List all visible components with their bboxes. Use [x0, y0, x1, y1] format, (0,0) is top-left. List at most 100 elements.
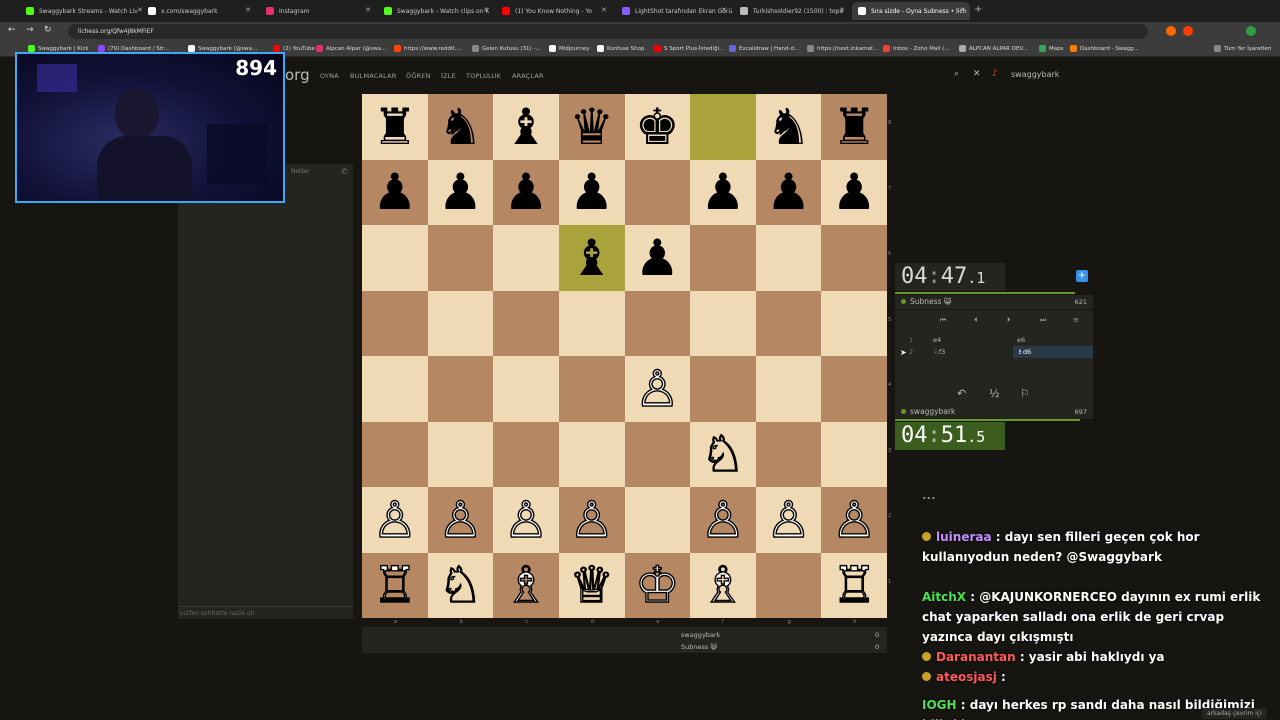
last-move-icon[interactable]: ⏭	[1040, 316, 1046, 325]
chess-piece[interactable]: ♗	[503, 560, 549, 611]
player-row[interactable]: swaggybark 697	[895, 405, 1093, 419]
square-h6[interactable]	[821, 225, 887, 291]
square-d2[interactable]: ♙	[558, 487, 625, 553]
browser-tab[interactable]: Instagram ✕	[260, 2, 376, 20]
tab-close-icon[interactable]: ✕	[601, 6, 607, 14]
chess-piece[interactable]: ♟	[832, 167, 877, 217]
square-e8[interactable]: ♚	[624, 94, 691, 160]
bookmark-item[interactable]: Midjourney	[549, 45, 589, 52]
white-move[interactable]: e4	[933, 334, 941, 346]
tab-close-icon[interactable]: ✕	[839, 6, 845, 14]
notes-tab[interactable]: Notlar	[291, 168, 309, 175]
topnav-i̇zle[interactable]: İZLE	[441, 72, 456, 80]
opponent-row[interactable]: Subness 😸 621	[895, 295, 1093, 309]
topnav-araçlar[interactable]: ARAÇLAR	[512, 72, 544, 80]
square-h5[interactable]	[821, 290, 887, 356]
browser-tab[interactable]: Swaggybark - Watch clips on K ✕	[378, 2, 494, 20]
profile-avatar[interactable]	[1246, 26, 1256, 36]
chat-input[interactable]: Lütfen sohbette nazik ol!	[178, 606, 353, 620]
chess-piece[interactable]: ♖	[372, 560, 418, 611]
square-g8[interactable]: ♞	[755, 94, 822, 160]
user-menu[interactable]: swaggybark	[1011, 70, 1059, 79]
square-a6[interactable]	[362, 225, 428, 291]
square-e7[interactable]	[624, 159, 691, 225]
black-move[interactable]: ♗d6	[1013, 346, 1093, 358]
chess-piece[interactable]: ♝	[569, 233, 614, 283]
square-a4[interactable]	[362, 356, 428, 422]
chess-piece[interactable]: ♔	[634, 560, 680, 611]
square-b1[interactable]: ♘	[427, 552, 494, 618]
square-d6[interactable]: ♝	[558, 225, 625, 291]
new-tab-button[interactable]: +	[974, 4, 982, 15]
square-f1[interactable]: ♗	[690, 552, 756, 618]
topnav-oyna[interactable]: OYNA	[320, 72, 339, 80]
square-f3[interactable]: ♘	[690, 421, 756, 487]
square-g5[interactable]	[755, 290, 822, 356]
chess-piece[interactable]: ♕	[569, 560, 615, 611]
browser-tab[interactable]: x.com/swaggybark ✕	[142, 2, 256, 20]
tab-close-icon[interactable]: ✕	[365, 6, 371, 14]
square-a2[interactable]: ♙	[362, 487, 428, 553]
square-a8[interactable]: ♜	[362, 94, 428, 160]
square-g4[interactable]	[755, 356, 822, 422]
chess-piece[interactable]: ♛	[569, 102, 614, 152]
reload-icon[interactable]: ↻	[44, 25, 52, 35]
chess-piece[interactable]: ♟	[766, 167, 811, 217]
square-b5[interactable]	[427, 290, 494, 356]
chess-piece[interactable]: ♙	[569, 494, 615, 545]
chess-piece[interactable]: ♙	[372, 494, 418, 545]
bookmark-item[interactable]: Dashboard - Swagg...	[1070, 45, 1139, 52]
bookmark-item[interactable]: Maps	[1039, 45, 1063, 52]
chess-piece[interactable]: ♝	[504, 102, 549, 152]
bookmark-item[interactable]: Tüm Yer İşaretleri	[1214, 45, 1271, 52]
square-d7[interactable]: ♟	[558, 159, 625, 225]
square-h3[interactable]	[821, 421, 887, 487]
chess-piece[interactable]: ♙	[503, 494, 549, 545]
bookmark-item[interactable]: https://www.reddit....	[394, 45, 462, 52]
chess-piece[interactable]: ♟	[504, 167, 549, 217]
phone-icon[interactable]: ✆	[341, 167, 348, 176]
takeback-icon[interactable]: ↶	[957, 387, 966, 400]
chess-piece[interactable]: ♙	[437, 494, 483, 545]
black-move[interactable]: e6	[1013, 334, 1093, 346]
tab-close-icon[interactable]: ✕	[959, 6, 965, 14]
tab-close-icon[interactable]: ✕	[483, 6, 489, 14]
chess-piece[interactable]: ♜	[372, 102, 417, 152]
square-g6[interactable]	[755, 225, 822, 291]
bookmark-item[interactable]: Swaggybark (@swa...	[188, 45, 257, 52]
square-d3[interactable]	[558, 421, 625, 487]
offer-draw-button[interactable]: ½	[989, 387, 1000, 400]
square-c2[interactable]: ♙	[493, 487, 559, 553]
square-a7[interactable]: ♟	[362, 159, 428, 225]
bookmark-item[interactable]: S Sport Plus-İstediği...	[654, 45, 724, 52]
square-h2[interactable]: ♙	[821, 487, 887, 553]
browser-tab[interactable]: Sıra sizde - Oyna Subness • lich ✕	[852, 2, 970, 20]
add-time-button[interactable]: +	[1076, 270, 1088, 282]
square-c6[interactable]	[493, 225, 559, 291]
chess-piece[interactable]: ♙	[765, 494, 811, 545]
menu-icon[interactable]: ≡	[1073, 316, 1079, 324]
chess-piece[interactable]: ♟	[635, 233, 680, 283]
square-c4[interactable]	[493, 356, 559, 422]
square-b4[interactable]	[427, 356, 494, 422]
square-h4[interactable]	[821, 356, 887, 422]
back-icon[interactable]: ←	[8, 25, 16, 35]
browser-tab[interactable]: Swaggybark Streams - Watch Liv ✕	[20, 2, 148, 20]
chess-piece[interactable]: ♟	[701, 167, 746, 217]
square-c7[interactable]: ♟	[493, 159, 559, 225]
chess-piece[interactable]: ♙	[831, 494, 877, 545]
topnav-topluluk[interactable]: TOPLULUK	[466, 72, 501, 80]
first-move-icon[interactable]: ⏮	[940, 316, 946, 325]
square-c5[interactable]	[493, 290, 559, 356]
square-e6[interactable]: ♟	[624, 225, 691, 291]
browser-tab[interactable]: Turkishsoldier92 (1500) : topa ✕	[734, 2, 850, 20]
topnav-bulmacalar[interactable]: BULMACALAR	[350, 72, 397, 80]
square-g2[interactable]: ♙	[755, 487, 822, 553]
square-h7[interactable]: ♟	[821, 159, 887, 225]
square-c1[interactable]: ♗	[493, 552, 559, 618]
chess-piece[interactable]: ♟	[438, 167, 483, 217]
square-e2[interactable]	[624, 487, 691, 553]
bookmark-item[interactable]: Gelen Kutusu (31) -...	[472, 45, 541, 52]
square-f6[interactable]	[690, 225, 756, 291]
square-c3[interactable]	[493, 421, 559, 487]
